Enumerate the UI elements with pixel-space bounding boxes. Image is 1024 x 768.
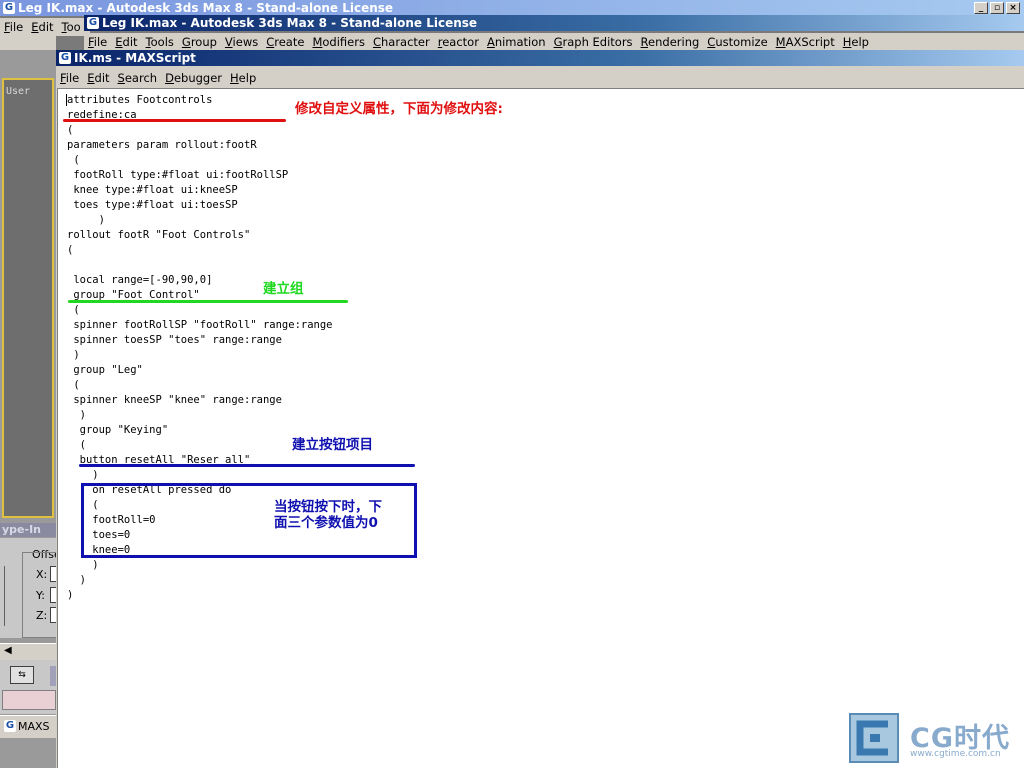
restore-button[interactable]: ▫ bbox=[990, 2, 1004, 14]
viewport[interactable] bbox=[2, 78, 54, 518]
code-line: ) bbox=[67, 589, 74, 601]
menu-character[interactable]: Character bbox=[369, 33, 434, 51]
code-line: ) bbox=[67, 574, 86, 586]
editor-titlebar: G IK.ms - MAXScript bbox=[56, 50, 1024, 66]
cgtime-watermark: CG时代 www.cgtime.com.cn bbox=[846, 710, 1024, 768]
code-line: ( bbox=[67, 439, 86, 451]
editor-menu-edit[interactable]: Edit bbox=[83, 69, 113, 87]
y-label: Y: bbox=[36, 589, 45, 602]
editor-title: IK.ms - MAXScript bbox=[74, 51, 196, 65]
x-label: X: bbox=[36, 568, 48, 581]
code-line: ( bbox=[67, 379, 80, 391]
maxscript-listener-tab[interactable]: G MAXS bbox=[0, 715, 56, 738]
code-line: spinner toesSP "toes" range:range bbox=[67, 334, 282, 346]
back-window-title: Leg IK.max - Autodesk 3ds Max 8 - Stand-… bbox=[18, 1, 394, 15]
code-line: parameters param rollout:footR bbox=[67, 139, 257, 151]
code-line: ) bbox=[67, 559, 99, 571]
menu-animation[interactable]: Animation bbox=[483, 33, 550, 51]
close-button[interactable]: × bbox=[1006, 2, 1020, 14]
editor-menu-file[interactable]: File bbox=[56, 69, 83, 87]
green-underline bbox=[68, 300, 348, 303]
code-line: ( bbox=[67, 154, 80, 166]
typein-rollout-title[interactable]: ype-In bbox=[0, 523, 56, 537]
window-controls: _ ▫ × bbox=[974, 2, 1022, 15]
maxscript-icon: G bbox=[4, 720, 16, 732]
code-line: ) bbox=[67, 214, 105, 226]
3dsmax-app-icon: G bbox=[87, 17, 99, 29]
menu-reactor[interactable]: reactor bbox=[434, 33, 483, 51]
menu-maxscript[interactable]: MAXScript bbox=[772, 33, 839, 51]
button-annotation: 建立按钮项目 bbox=[292, 437, 373, 453]
cgtime-logo-icon bbox=[849, 713, 899, 763]
back-window-titlebar: G Leg IK.max - Autodesk 3ds Max 8 - Stand… bbox=[0, 0, 1024, 16]
status-field[interactable] bbox=[2, 690, 56, 710]
menu-help[interactable]: Help bbox=[839, 33, 873, 51]
code-line: local range=[-90,90,0] bbox=[67, 274, 213, 286]
code-editor[interactable]: attributes Footcontrols redefine:ca(param… bbox=[57, 88, 1024, 768]
minimize-button[interactable]: _ bbox=[974, 2, 988, 14]
3dsmax-app-icon: G bbox=[3, 2, 15, 14]
watermark-url: www.cgtime.com.cn bbox=[910, 749, 1001, 759]
menu-group[interactable]: Group bbox=[178, 33, 221, 51]
spinner-left-stubs bbox=[0, 566, 5, 626]
code-line: ) bbox=[67, 409, 86, 421]
typein-panel: Offse X: Y: Z: bbox=[0, 538, 61, 638]
code-line: ( bbox=[67, 124, 74, 136]
editor-menu-search[interactable]: Search bbox=[114, 69, 162, 87]
code-line: group "Leg" bbox=[67, 364, 143, 376]
code-line: toes type:#float ui:toesSP bbox=[67, 199, 238, 211]
code-line: knee type:#float ui:kneeSP bbox=[67, 184, 238, 196]
code-line: ( bbox=[67, 304, 80, 316]
max-menubar: File Edit Tools Group Views Create Modifiers Ch… bbox=[84, 33, 1024, 51]
menu-create[interactable]: Create bbox=[262, 33, 308, 51]
back-menu-edit[interactable]: Edit bbox=[27, 18, 57, 36]
code-line: rollout footR "Foot Controls" bbox=[67, 229, 251, 241]
viewport-label: User bbox=[6, 86, 31, 97]
menu-graph-editors[interactable]: Graph Editors bbox=[550, 33, 637, 51]
code-line: attributes Footcontrols bbox=[67, 94, 213, 106]
keyframe-icon[interactable]: ⇆ bbox=[10, 666, 34, 684]
editor-menu-help[interactable]: Help bbox=[226, 69, 260, 87]
menu-customize[interactable]: Customize bbox=[703, 33, 771, 51]
max-window-titlebar: G Leg IK.max - Autodesk 3ds Max 8 - Stand… bbox=[84, 15, 1024, 31]
reset-annotation-line2: 面三个参数值为0 bbox=[274, 515, 378, 531]
back-menu-file[interactable]: File bbox=[0, 18, 27, 36]
red-underline bbox=[63, 119, 286, 122]
menu-rendering[interactable]: Rendering bbox=[637, 33, 704, 51]
max-window-title: Leg IK.max - Autodesk 3ds Max 8 - Stand-… bbox=[102, 16, 478, 30]
menu-edit[interactable]: Edit bbox=[111, 33, 141, 51]
menu-file[interactable]: File bbox=[84, 33, 111, 51]
code-line: spinner kneeSP "knee" range:range bbox=[67, 394, 282, 406]
menu-tools[interactable]: Tools bbox=[142, 33, 178, 51]
code-line: ( bbox=[67, 244, 74, 256]
maxscript-icon: G bbox=[59, 52, 71, 64]
status-area: ⇆ bbox=[0, 660, 56, 714]
code-line: ) bbox=[67, 469, 99, 481]
scroll-left-arrow-icon[interactable]: ◀ bbox=[4, 645, 12, 656]
horizontal-scrollbar[interactable]: ◀ bbox=[0, 643, 56, 660]
back-menu-tools[interactable]: Too bbox=[58, 18, 85, 36]
back-menubar: File Edit Too bbox=[0, 18, 90, 36]
blue-underline bbox=[79, 464, 415, 467]
code-line: ) bbox=[67, 349, 80, 361]
menu-views[interactable]: Views bbox=[221, 33, 262, 51]
code-line: footRoll type:#float ui:footRollSP bbox=[67, 169, 289, 181]
group-annotation: 建立组 bbox=[263, 281, 304, 297]
code-line: spinner footRollSP "footRoll" range:rang… bbox=[67, 319, 333, 331]
menu-modifiers[interactable]: Modifiers bbox=[308, 33, 369, 51]
redefine-annotation: 修改自定义属性，下面为修改内容: bbox=[295, 101, 503, 117]
z-label: Z: bbox=[36, 609, 48, 622]
editor-menu-debugger[interactable]: Debugger bbox=[161, 69, 226, 87]
maxscript-tab-label: MAXS bbox=[18, 720, 50, 733]
editor-menubar: File Edit Search Debugger Help bbox=[56, 69, 1024, 87]
code-line: group "Keying" bbox=[67, 424, 169, 436]
